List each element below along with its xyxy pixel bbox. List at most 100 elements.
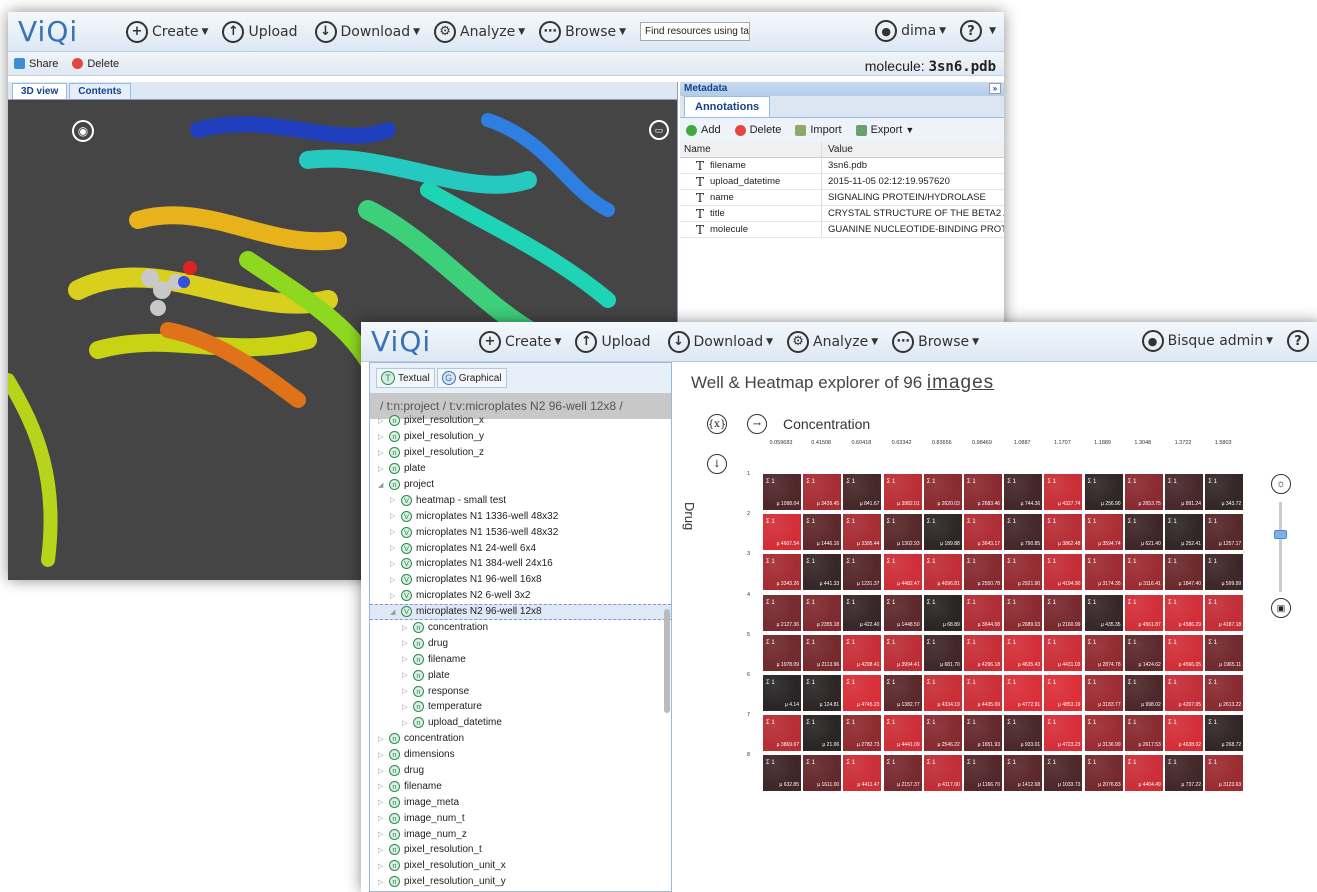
help-menu[interactable]: ?	[1287, 330, 1313, 352]
collapsed-arrow-icon[interactable]: ▷	[402, 687, 411, 695]
heatmap-well[interactable]: Σ 1 µ 4441.09	[883, 715, 922, 752]
graphical-button[interactable]: G Graphical	[436, 368, 507, 388]
tree-item[interactable]: ◢ n project	[370, 477, 671, 493]
heatmap-well[interactable]: Σ 1 µ 1448.50	[883, 594, 922, 631]
tab-3d-view[interactable]: 3D view	[12, 83, 68, 99]
add-button[interactable]: Add	[686, 124, 721, 136]
collapsed-arrow-icon[interactable]: ▷	[390, 512, 399, 520]
tree-item[interactable]: ▷ n dimensions	[370, 747, 671, 763]
heatmap-well[interactable]: Σ 1 µ 744.36	[1004, 474, 1043, 510]
heatmap-well[interactable]: Σ 1 µ 4117.00	[923, 755, 962, 792]
collapsed-arrow-icon[interactable]: ▷	[390, 528, 399, 536]
viqi-logo[interactable]: ViQi	[361, 325, 479, 358]
zoom-slider[interactable]	[1279, 502, 1282, 592]
tree-item[interactable]: ▷ n response	[370, 683, 671, 699]
collapsed-arrow-icon[interactable]: ▷	[378, 735, 387, 743]
heatmap-well[interactable]: Σ 1 µ 1033.73	[1044, 755, 1083, 792]
heatmap-well[interactable]: Σ 1 µ 252.41	[1165, 514, 1203, 551]
heatmap-well[interactable]: Σ 1 µ 4853.19	[1044, 675, 1083, 711]
heatmap-well[interactable]: Σ 1 µ 4635.43	[1004, 634, 1043, 671]
tree-item[interactable]: ▷ Vmicroplates N1 384-well 24x16	[370, 556, 671, 572]
tree-item[interactable]: ▷ n filename	[370, 778, 671, 794]
heatmap-well[interactable]: Σ 1 µ 3123.63	[1205, 755, 1244, 792]
tree-item[interactable]: ▷ n filename	[370, 651, 671, 667]
heatmap-well[interactable]: Σ 1 µ 1424.62	[1124, 634, 1163, 671]
menu-download[interactable]: ↓ Download ▼	[667, 330, 773, 353]
collapsed-arrow-icon[interactable]: ▷	[390, 560, 399, 568]
tree-item[interactable]: ▷ n pixel_resolution_unit_x	[370, 858, 671, 874]
heatmap-well[interactable]: Σ 1 µ 621.40	[1124, 514, 1163, 551]
image-icon[interactable]: ▣	[1271, 598, 1291, 618]
heatmap-well[interactable]: Σ 1 µ 3869.67	[763, 715, 801, 752]
heatmap-well[interactable]: Σ 1 µ 2782.73	[843, 715, 882, 752]
heatmap-well[interactable]: Σ 1 µ 1611.00	[803, 755, 842, 792]
tree-item[interactable]: ▷ Vheatmap - small test	[370, 492, 671, 508]
tab-annotations[interactable]: Annotations	[684, 96, 771, 117]
heatmap-well[interactable]: Σ 1 µ 343.72	[1205, 474, 1244, 510]
heatmap-well[interactable]: Σ 1 µ 124.81	[803, 675, 842, 711]
tree-item[interactable]: ▷ n image_num_t	[370, 810, 671, 826]
heatmap-well[interactable]: Σ 1 µ 441.33	[803, 554, 842, 591]
collapsed-arrow-icon[interactable]: ▷	[402, 671, 411, 679]
heatmap-well[interactable]: Σ 1 µ 4772.91	[1004, 675, 1043, 711]
heatmap-well[interactable]: Σ 1 µ 4586.29	[1165, 594, 1203, 631]
collapsed-arrow-icon[interactable]: ▷	[378, 449, 387, 457]
heatmap-well[interactable]: Σ 1 µ 4296.18	[964, 634, 1002, 671]
function-icon[interactable]: {x}	[707, 414, 727, 434]
collapsed-arrow-icon[interactable]: ▷	[378, 878, 387, 886]
collapsed-arrow-icon[interactable]: ▷	[402, 703, 411, 711]
menu-create[interactable]: + Create ▼	[126, 20, 208, 43]
menu-browse[interactable]: ⋯ Browse ▼	[892, 330, 979, 353]
heatmap-well[interactable]: Σ 1 µ 2874.78	[1084, 634, 1123, 671]
tree-item[interactable]: ▷ Vmicroplates N1 96-well 16x8	[370, 572, 671, 588]
expand-icon[interactable]: »	[989, 83, 1001, 94]
expanded-arrow-icon[interactable]: ◢	[378, 481, 387, 489]
heatmap-well[interactable]: Σ 1 µ 422.40	[843, 594, 882, 631]
heatmap-well[interactable]: Σ 1 µ 2076.83	[1084, 755, 1123, 792]
heatmap-well[interactable]: Σ 1 µ 268.72	[1205, 715, 1244, 752]
import-button[interactable]: Import	[795, 124, 842, 136]
user-menu[interactable]: ● Bisque admin ▼	[1141, 330, 1273, 352]
viqi-logo[interactable]: ViQi	[8, 15, 126, 48]
collapsed-arrow-icon[interactable]: ▷	[390, 576, 399, 584]
heatmap-well[interactable]: Σ 1 µ 3116.41	[1124, 554, 1163, 591]
heatmap-well[interactable]: Σ 1 µ 3862.48	[1044, 514, 1083, 551]
tree-item[interactable]: ▷ n pixel_resolution_unit_y	[370, 874, 671, 890]
tree-item[interactable]: ▷ n pixel_resolution_z	[370, 445, 671, 461]
tree-item[interactable]: ▷ n plate	[370, 667, 671, 683]
heatmap-well[interactable]: Σ 1 µ 4723.23	[1044, 715, 1083, 752]
heatmap-well[interactable]: Σ 1 µ 4482.47	[883, 554, 922, 591]
heatmap-well[interactable]: Σ 1 µ 4187.18	[1205, 594, 1244, 631]
heatmap-well[interactable]: Σ 1 µ 1651.93	[964, 715, 1002, 752]
images-link[interactable]: images	[927, 372, 994, 393]
heatmap-well[interactable]: Σ 1 µ 3594.74	[1084, 514, 1123, 551]
heatmap-well[interactable]: Σ 1 µ 4566.05	[1165, 634, 1203, 671]
heatmap-well[interactable]: Σ 1 µ 4561.87	[1124, 594, 1163, 631]
heatmap-well[interactable]: Σ 1 µ 2921.90	[1004, 554, 1043, 591]
heatmap-well[interactable]: Σ 1 µ 1446.16	[803, 514, 842, 551]
heatmap-well[interactable]: Σ 1 µ 4096.81	[923, 554, 962, 591]
menu-upload[interactable]: ↑ Upload	[575, 330, 653, 353]
collapsed-arrow-icon[interactable]: ▷	[378, 862, 387, 870]
heatmap-well[interactable]: Σ 1 µ 3994.41	[883, 634, 922, 671]
heatmap-well[interactable]: Σ 1 µ 1847.40	[1165, 554, 1203, 591]
tag-search-input[interactable]: Find resources using tag	[640, 22, 751, 41]
tree-item[interactable]: ▷ n temperature	[370, 699, 671, 715]
heatmap-well[interactable]: Σ 1 µ 2617.53	[1124, 715, 1163, 752]
heatmap-well[interactable]: Σ 1 µ 2613.22	[1205, 675, 1244, 711]
heatmap-well[interactable]: Σ 1 µ 2689.03	[1004, 594, 1043, 631]
collapsed-arrow-icon[interactable]: ▷	[378, 846, 387, 854]
menu-analyze[interactable]: ⚙ Analyze ▼	[434, 20, 525, 43]
heatmap-well[interactable]: Σ 1 µ 2653.75	[1124, 474, 1163, 510]
annotation-row[interactable]: Tmolecule GUANINE NUCLEOTIDE-BINDING PROT…	[680, 222, 1004, 238]
collapsed-arrow-icon[interactable]: ▷	[402, 719, 411, 727]
tree-item[interactable]: ▷ n drug	[370, 635, 671, 651]
user-menu[interactable]: ● dima ▼	[875, 20, 946, 42]
tree-scrollbar[interactable]	[664, 609, 670, 713]
tree-item[interactable]: ▷ n upload_datetime	[370, 715, 671, 731]
heatmap-well[interactable]: Σ 1 µ 790.85	[1004, 514, 1043, 551]
heatmap-well[interactable]: Σ 1 µ 933.01	[1004, 715, 1043, 752]
heatmap-well[interactable]: Σ 1 µ 1965.11	[1205, 634, 1244, 671]
annotation-row[interactable]: Tname SIGNALING PROTEIN/HYDROLASE	[680, 190, 1004, 206]
heatmap-well[interactable]: Σ 1 µ 737.22	[1165, 755, 1203, 792]
